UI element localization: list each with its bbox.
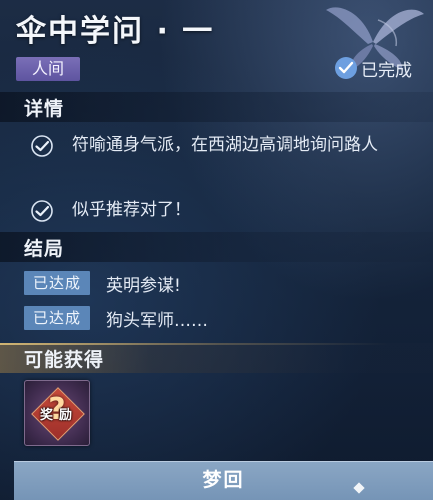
check-circle-icon [31, 135, 53, 157]
ending-achieved-badge: 已达成 [24, 271, 90, 295]
detail-item: 符喻通身气派，在西湖边高调地询问路人 [30, 132, 420, 158]
ending-item: 已达成 英明参谋! [24, 271, 181, 296]
completed-check-icon [335, 57, 357, 79]
dream-return-button[interactable]: 梦回 [14, 461, 433, 500]
quest-detail-panel: 伞中学问 · 一 人间 已完成 详情 符喻通身气派，在西湖边高调地询问路人 似乎… [0, 0, 433, 500]
reward-item[interactable]: ? 奖励 [24, 380, 90, 446]
quest-category-tag: 人间 [16, 57, 80, 81]
check-circle-icon [31, 200, 53, 222]
quest-title: 伞中学问 · 一 [16, 14, 215, 49]
details-heading: 详情 [24, 98, 65, 120]
ending-item-text: 英明参谋! [106, 275, 181, 296]
quest-status: 已完成 [335, 55, 412, 81]
reward-item-label: 奖励 [39, 408, 78, 423]
quest-status-label: 已完成 [361, 60, 412, 81]
detail-item-text: 似乎推荐对了！ [72, 200, 191, 220]
detail-item-text: 符喻通身气派，在西湖边高调地询问路人 [72, 135, 378, 155]
endings-heading: 结局 [24, 238, 65, 260]
detail-item: 似乎推荐对了！ [30, 197, 420, 223]
rewards-heading: 可能获得 [24, 349, 105, 371]
endings-section-bar [0, 232, 433, 262]
ending-item: 已达成 狗头军师…… [24, 306, 208, 331]
details-section-bar [0, 92, 433, 122]
ending-item-text: 狗头军师…… [106, 310, 208, 331]
ending-achieved-badge: 已达成 [24, 306, 90, 330]
